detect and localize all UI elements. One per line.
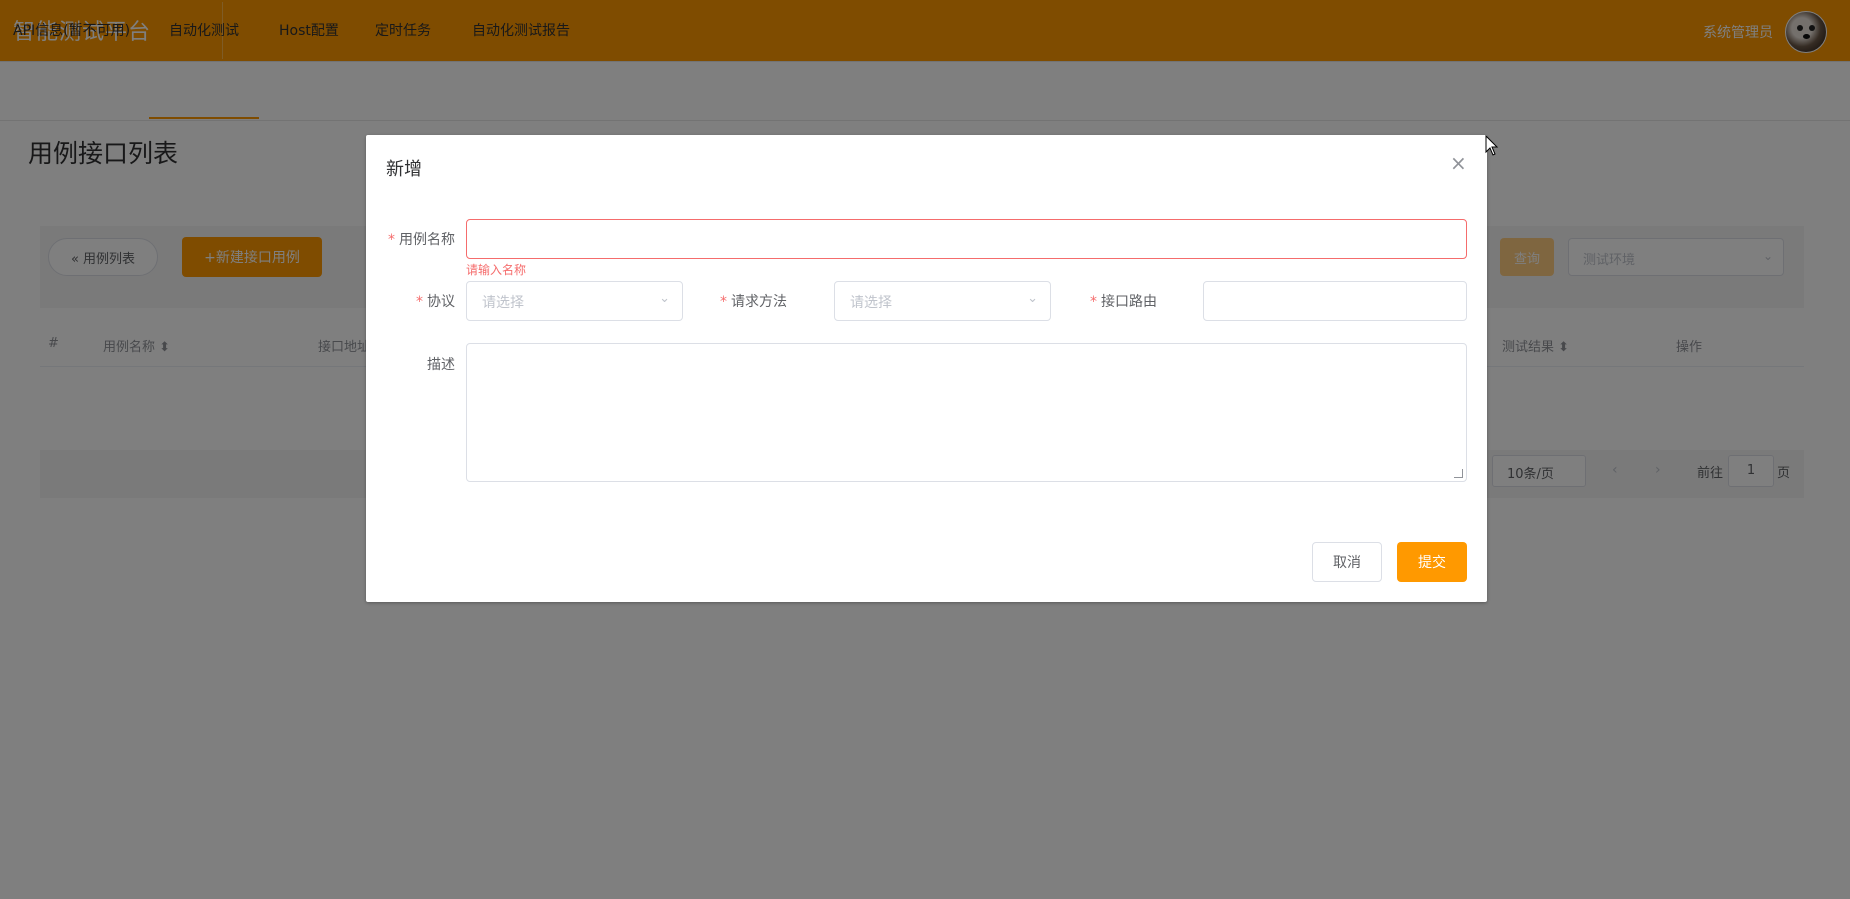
method-placeholder: 请选择 — [850, 295, 892, 311]
route-label: * 接口路由 — [1090, 294, 1157, 310]
protocol-select[interactable]: 请选择 ⌄ — [466, 281, 683, 321]
description-label: 描述 — [427, 357, 455, 373]
chevron-down-icon: ⌄ — [1027, 291, 1038, 306]
protocol-placeholder: 请选择 — [482, 295, 524, 311]
add-case-dialog: 新增 × * 用例名称 请输入名称 * 协议 请选择 ⌄ * 请求方法 请选择 ⌄ *… — [366, 135, 1487, 602]
case-name-input[interactable] — [466, 219, 1467, 259]
mouse-cursor-icon — [1485, 135, 1499, 156]
resize-handle-icon[interactable] — [1454, 469, 1463, 478]
method-label: * 请求方法 — [720, 294, 787, 310]
submit-button[interactable]: 提交 — [1397, 542, 1467, 582]
chevron-down-icon: ⌄ — [659, 291, 670, 306]
case-name-error: 请输入名称 — [466, 263, 527, 277]
cancel-button[interactable]: 取消 — [1312, 542, 1382, 582]
dialog-title: 新增 — [386, 159, 422, 180]
method-select[interactable]: 请选择 ⌄ — [834, 281, 1051, 321]
protocol-label: * 协议 — [416, 294, 455, 310]
route-input[interactable] — [1203, 281, 1467, 321]
close-icon[interactable]: × — [1450, 151, 1467, 175]
description-textarea[interactable] — [466, 343, 1467, 482]
case-name-label: * 用例名称 — [388, 232, 455, 248]
